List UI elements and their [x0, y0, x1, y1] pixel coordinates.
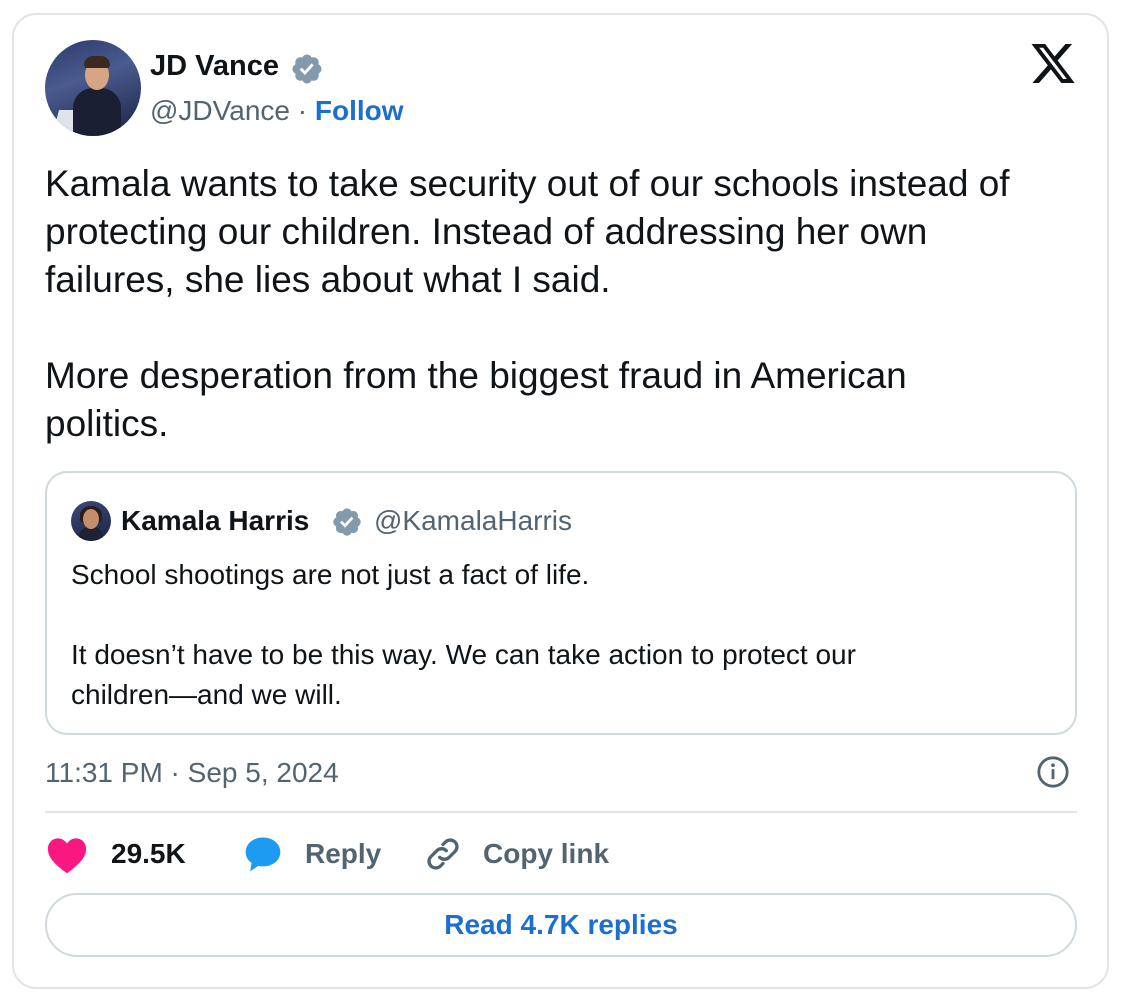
reply-label: Reply [305, 838, 382, 869]
author-avatar[interactable] [45, 40, 141, 136]
quoted-author-handle: @KamalaHarris [374, 505, 573, 536]
copy-link-button[interactable]: Copy link [423, 832, 609, 876]
info-icon[interactable] [1036, 755, 1070, 789]
x-logo-icon[interactable] [1029, 44, 1077, 88]
quoted-author-avatar[interactable] [71, 501, 111, 541]
copy-link-label: Copy link [483, 838, 610, 869]
follow-button[interactable]: Follow [315, 95, 404, 126]
read-replies-button[interactable]: Read 4.7K replies [45, 893, 1077, 957]
like-count: 29.5K [111, 838, 186, 869]
tweet-timestamp[interactable]: 11:31 PM · Sep 5, 2024 [45, 755, 339, 791]
link-icon [427, 838, 459, 870]
verified-badge-icon [292, 54, 322, 84]
separator-dot: · [297, 95, 308, 126]
quoted-tweet[interactable]: Kamala Harris @KamalaHarris School shoot… [45, 471, 1077, 735]
speech-bubble-icon [245, 837, 281, 872]
divider [45, 811, 1077, 813]
like-button[interactable]: 29.5K [45, 832, 186, 876]
author-handle[interactable]: @JDVance [150, 95, 290, 126]
quoted-tweet-text: School shootings are not just a fact of … [71, 559, 856, 710]
heart-icon [47, 838, 87, 874]
author-handle-row: @JDVance · Follow [150, 93, 404, 129]
author-name[interactable]: JD Vance [150, 48, 279, 84]
reply-button[interactable]: Reply [243, 832, 381, 876]
quoted-author-name: Kamala Harris [121, 505, 310, 536]
tweet-body-text: Kamala wants to take security out of our… [45, 163, 1010, 444]
action-bar: 29.5K Reply Copy link [45, 832, 1077, 876]
verified-badge-icon [333, 508, 361, 536]
